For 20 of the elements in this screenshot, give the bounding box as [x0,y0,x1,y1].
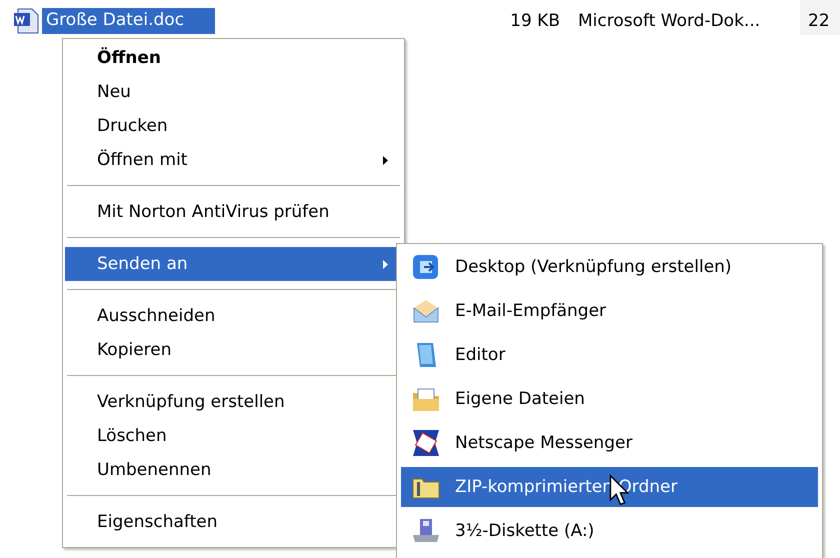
menu-item[interactable]: Öffnen mit [65,143,402,177]
menu-item[interactable]: Neu [65,75,402,109]
table-cell: 22 [800,0,840,35]
letter-icon [411,428,441,458]
file-name[interactable]: Große Datei.doc [42,8,215,34]
menu-item[interactable]: E-Mail-Empfänger [401,291,818,331]
desktop-icon [411,252,441,282]
file-type: Microsoft Word-Dok... [578,11,762,31]
menu-item[interactable]: 3½-Diskette (A:) [401,511,818,551]
menu-item[interactable]: Editor [401,335,818,375]
menu-item[interactable]: Drucken [65,109,402,143]
file-size: 19 KB [509,11,560,31]
menu-item[interactable]: Netscape Messenger [401,423,818,463]
submenu-arrow-icon [383,260,388,268]
menu-item[interactable]: Desktop (Verknüpfung erstellen) [401,247,818,287]
menu-item[interactable]: Eigene Dateien [401,379,818,419]
submenu-arrow-icon [383,156,388,164]
document-icon [12,7,40,35]
menu-item[interactable]: Öffnen [65,41,402,75]
menu-item[interactable]: Mit Norton AntiVirus prüfen [65,195,402,229]
